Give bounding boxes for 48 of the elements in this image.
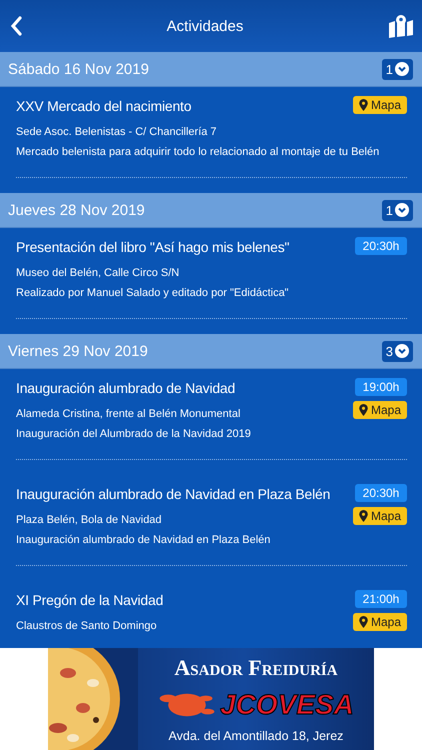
pin-icon: [358, 616, 368, 628]
ad-brand: JCOVESA: [220, 689, 354, 721]
count-number: 1: [386, 62, 393, 76]
pin-icon: [358, 404, 368, 416]
day-header[interactable]: Sábado 16 Nov 2019 1: [0, 52, 422, 87]
ad-banner[interactable]: Asador Freiduría JCOVESA Avda. del Amontillado 18, Jerez: [48, 648, 374, 750]
event-title: XI Pregón de la Navidad: [16, 591, 164, 610]
count-number: 3: [386, 344, 393, 358]
pin-icon: [358, 99, 368, 111]
event-title: XXV Mercado del nacimiento: [16, 97, 192, 116]
event-description: Inauguración alumbrado de Navidad en Plaza Belén: [16, 533, 270, 548]
event-location: Plaza Belén, Bola de Navidad: [16, 513, 162, 528]
event-location: Alameda Cristina, frente al Belén Monumental: [16, 407, 240, 422]
day-date: Jueves 28 Nov 2019: [8, 202, 145, 218]
chevron-icon: [395, 203, 409, 217]
map-button[interactable]: Mapa: [352, 96, 407, 114]
event-location: Museo del Belén, Calle Circo S/N: [16, 266, 180, 281]
day-date: Viernes 29 Nov 2019: [8, 342, 148, 360]
event-description: Realizado por Manuel Salado y editado por "Edidáctica": [16, 286, 289, 301]
header-title: Actividades: [166, 18, 244, 34]
chevron-icon: [395, 344, 409, 358]
count-number: 1: [386, 202, 393, 218]
event-description: Mercado belenista para adquirir todo lo relacionado al montaje de tu Belén: [16, 145, 380, 160]
map-button[interactable]: Mapa: [352, 613, 407, 631]
pin-icon: [358, 510, 368, 522]
count-badge[interactable]: 1: [382, 200, 413, 220]
count-badge[interactable]: 1: [382, 58, 413, 80]
event-location: Sede Asoc. Belenistas - C/ Chancillería 7: [16, 125, 217, 140]
event-title: Inauguración alumbrado de Navidad: [16, 379, 236, 398]
event-title: Inauguración alumbrado de Navidad en Plaza Belén: [16, 485, 330, 504]
day-date: Sábado 16 Nov 2019: [8, 60, 149, 78]
event-title: Presentación del libro "Así hago mis belenes": [16, 238, 290, 257]
count-badge[interactable]: 3: [382, 340, 413, 362]
event-location: Claustros de Santo Domingo: [16, 619, 157, 634]
time-badge: 20:30h: [355, 237, 407, 255]
day-header[interactable]: Jueves 28 Nov 2019 1: [0, 193, 422, 228]
back-icon[interactable]: [10, 16, 22, 36]
map-button[interactable]: Mapa: [352, 401, 407, 419]
chevron-icon: [395, 62, 409, 76]
time-badge: 19:00h: [355, 378, 407, 396]
day-header[interactable]: Viernes 29 Nov 2019 3: [0, 334, 422, 369]
map-button[interactable]: Mapa: [352, 507, 407, 525]
time-badge: 20:30h: [355, 484, 407, 502]
ad-headline: Asador Freiduría: [174, 655, 338, 681]
time-badge: 21:00h: [355, 590, 407, 608]
ad-address: Avda. del Amontillado 18, Jerez: [168, 729, 344, 743]
map-icon[interactable]: [388, 14, 414, 38]
event-description: Inauguración del Alumbrado de la Navidad 2019: [16, 427, 251, 442]
